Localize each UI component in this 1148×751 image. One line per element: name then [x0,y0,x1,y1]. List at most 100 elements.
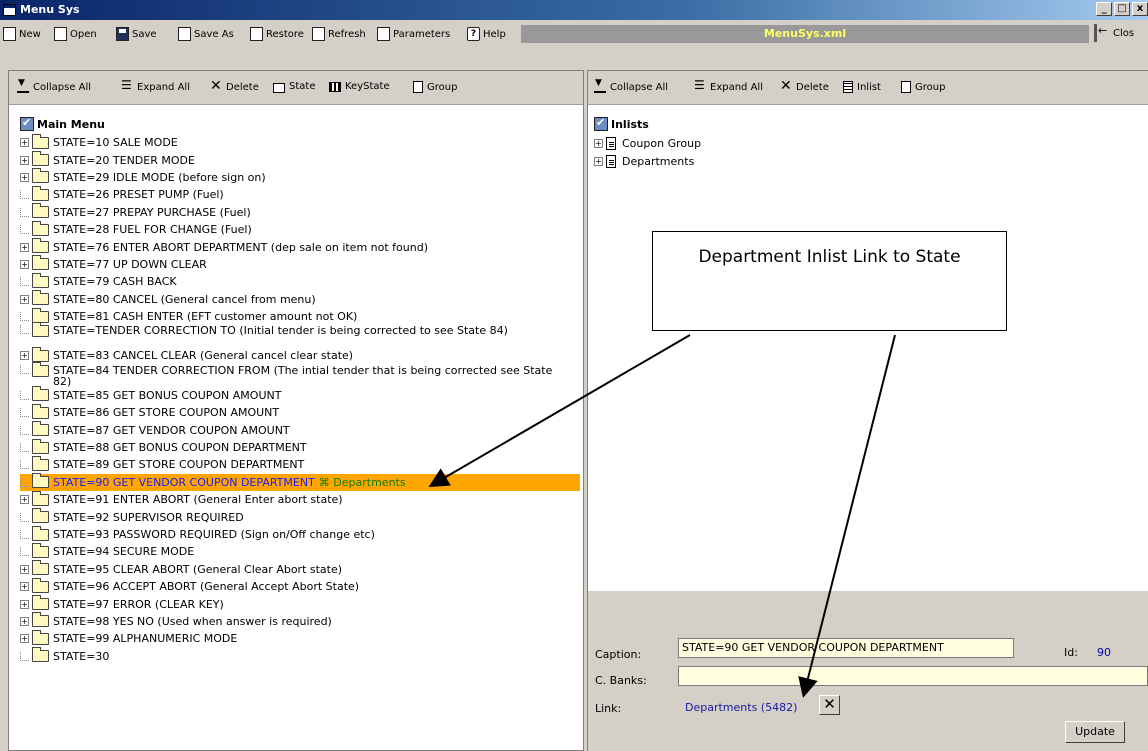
main-menu-root[interactable]: Main Menu [20,116,105,131]
state-item[interactable]: + STATE=98 YES NO (Used when answer is re… [20,612,580,630]
expand-toggle[interactable]: + [20,616,29,626]
close-window-button[interactable]: x [1132,2,1148,16]
minimize-button[interactable]: _ [1096,2,1112,16]
state-item[interactable]: STATE=87 GET VENDOR COUPON AMOUNT [20,421,580,438]
state-item[interactable]: + STATE=76 ENTER ABORT DEPARTMENT (dep sa… [20,238,580,255]
state-label: STATE=92 SUPERVISOR REQUIRED [53,510,244,524]
state-item[interactable]: STATE=88 GET BONUS COUPON DEPARTMENT [20,438,580,456]
state-item[interactable]: STATE=84 TENDER CORRECTION FROM (The int… [20,361,580,387]
inlist-icon [843,81,853,93]
right-add-group-button[interactable]: Group [901,81,945,93]
state-item[interactable]: + STATE=20 TENDER MODE [20,151,580,168]
folder-icon [32,290,49,306]
app-icon [3,4,16,16]
state-item[interactable]: STATE=81 CASH ENTER (EFT customer amount… [20,307,580,325]
expand-toggle[interactable]: + [20,599,29,609]
expand-toggle[interactable]: + [20,582,29,592]
right-expand-all-button[interactable]: Expand All [694,78,763,93]
state-item[interactable]: + STATE=97 ERROR (CLEAR KEY) [20,595,580,612]
main-menu-pane: Collapse All Expand All Delete State Key… [8,70,584,751]
state-item[interactable]: STATE=86 GET STORE COUPON AMOUNT [20,403,580,421]
save-label: Save [132,28,157,40]
state-item[interactable]: + STATE=99 ALPHANUMERIC MODE [20,629,580,647]
state-item[interactable]: + STATE=77 UP DOWN CLEAR [20,255,580,273]
folder-icon [32,612,49,628]
expand-toggle[interactable]: + [20,564,29,574]
expand-toggle[interactable]: + [20,155,29,165]
title-bar: Menu Sys _ □ x [0,0,1148,20]
remove-link-button[interactable]: ✕ [819,695,840,715]
list-doc-icon [606,154,616,168]
parameters-label: Parameters [393,28,451,40]
state-item[interactable]: STATE=93 PASSWORD REQUIRED (Sign on/Off … [20,525,580,543]
inlist-tree: + Coupon Group + Departments [594,135,701,170]
parameters-button[interactable]: Parameters [377,25,450,43]
left-delete-button[interactable]: Delete [210,78,259,94]
state-item[interactable]: STATE=90 GET VENDOR COUPON DEPARTMENT ⌘ D… [20,473,580,492]
close-file-button[interactable]: Clos [1094,24,1134,42]
add-keystate-button[interactable]: KeyState [329,81,390,92]
add-state-button[interactable]: State [273,81,315,93]
state-label: STATE=90 GET VENDOR COUPON DEPARTMENT [53,475,315,489]
state-item[interactable]: STATE=27 PREPAY PURCHASE (Fuel) [20,203,580,221]
right-collapse-all-button[interactable]: Collapse All [594,78,668,93]
state-label: STATE=81 CASH ENTER (EFT customer amount… [53,310,358,324]
state-item[interactable]: + STATE=96 ACCEPT ABORT (General Accept A… [20,577,580,595]
expand-toggle[interactable]: + [20,138,29,148]
add-inlist-button[interactable]: Inlist [843,81,881,93]
state-item[interactable]: STATE=28 FUEL FOR CHANGE (Fuel) [20,220,580,238]
inlist-item-coupon-group[interactable]: + Coupon Group [594,135,701,152]
state-item[interactable]: STATE=94 SECURE MODE [20,542,580,560]
expand-toggle[interactable]: + [594,156,603,166]
state-item[interactable]: + STATE=83 CANCEL CLEAR (General cancel c… [20,346,580,364]
left-add-group-button[interactable]: Group [413,81,457,93]
state-item[interactable]: + STATE=91 ENTER ABORT (General Enter abo… [20,490,580,508]
state-item[interactable]: STATE=79 CASH BACK [20,272,580,290]
state-item[interactable]: STATE=85 GET BONUS COUPON AMOUNT [20,386,580,404]
inlist-item-departments[interactable]: + Departments [594,152,701,169]
left-expand-all-button[interactable]: Expand All [121,78,190,93]
state-item[interactable]: + STATE=95 CLEAR ABORT (General Clear Abo… [20,560,580,578]
annotation-callout: Department Inlist Link to State [652,231,1007,331]
maximize-button[interactable]: □ [1114,2,1130,16]
state-item[interactable]: STATE=30 [20,647,580,665]
cbanks-input[interactable] [678,666,1148,686]
state-item[interactable]: + STATE=10 SALE MODE [20,133,580,151]
save-as-button[interactable]: Save As [178,25,234,43]
state-label: STATE=86 GET STORE COUPON AMOUNT [53,406,280,420]
new-button[interactable]: New [3,25,41,43]
left-collapse-all-label: Collapse All [33,81,92,93]
update-button[interactable]: Update [1065,721,1125,743]
left-collapse-all-button[interactable]: Collapse All [17,78,92,93]
expand-toggle[interactable]: + [20,634,29,644]
link-value[interactable]: Departments (5482) [685,701,797,714]
state-label: STATE=97 ERROR (CLEAR KEY) [53,597,224,611]
state-item[interactable]: STATE=26 PRESET PUMP (Fuel) [20,185,580,203]
expand-all-icon [121,78,133,93]
refresh-button[interactable]: Refresh [312,25,366,43]
state-item[interactable]: STATE=89 GET STORE COUPON DEPARTMENT [20,455,580,473]
restore-button[interactable]: Restore [250,25,304,43]
state-label: STATE=20 TENDER MODE [53,153,195,167]
expand-toggle[interactable]: + [20,172,29,182]
state-item[interactable]: + STATE=29 IDLE MODE (before sign on) [20,168,580,186]
expand-toggle[interactable]: + [20,294,29,304]
state-label: STATE=26 PRESET PUMP (Fuel) [53,188,224,202]
save-button[interactable]: Save [116,25,157,43]
expand-toggle[interactable]: + [20,351,29,361]
right-delete-button[interactable]: Delete [780,78,829,94]
open-button[interactable]: Open [54,25,97,43]
folder-icon [32,525,49,541]
expand-toggle[interactable]: + [20,495,29,505]
inlists-root[interactable]: Inlists [594,116,649,131]
state-item[interactable]: STATE=92 SUPERVISOR REQUIRED [20,508,580,525]
caption-input[interactable]: STATE=90 GET VENDOR COUPON DEPARTMENT [678,638,1014,658]
expand-toggle[interactable]: + [594,139,603,149]
add-inlist-label: Inlist [857,81,881,93]
folder-icon [32,438,49,454]
expand-toggle[interactable]: + [20,259,29,269]
help-button[interactable]: ? Help [467,25,506,43]
state-item[interactable]: + STATE=80 CANCEL (General cancel from me… [20,290,580,308]
expand-toggle[interactable]: + [20,242,29,252]
state-item[interactable]: STATE=TENDER CORRECTION TO (Initial tend… [20,322,580,347]
